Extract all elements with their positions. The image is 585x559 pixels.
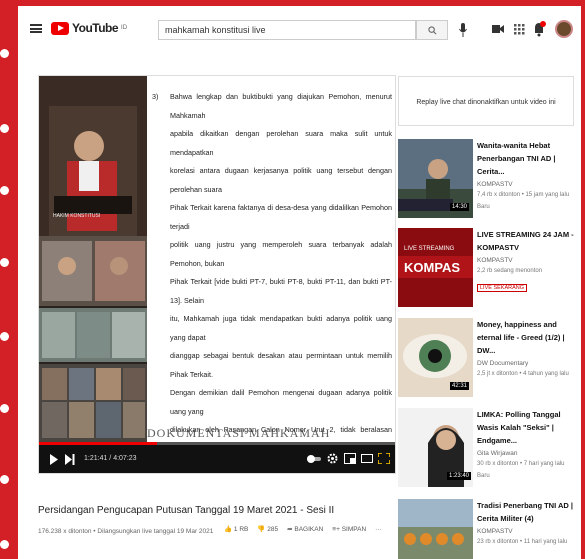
recommendation-thumbnail: LIVE STREAMING KOMPAS bbox=[398, 228, 473, 307]
decor-dot bbox=[0, 258, 9, 267]
video-title: Persidangan Pengucapan Putusan Tanggal 1… bbox=[38, 505, 335, 516]
channel-name: KOMPASTV bbox=[477, 528, 513, 535]
theater-mode-icon[interactable] bbox=[361, 453, 373, 464]
duration-badge: 42:31 bbox=[450, 382, 470, 390]
channel-name: Gita Wirjawan bbox=[477, 450, 518, 457]
fullscreen-icon[interactable] bbox=[378, 453, 390, 464]
logo-text: YouTube bbox=[72, 21, 119, 35]
autoplay-toggle-icon[interactable] bbox=[307, 454, 321, 464]
miniplayer-icon[interactable] bbox=[344, 453, 356, 464]
menu-icon[interactable] bbox=[30, 24, 42, 33]
progress-bar[interactable] bbox=[39, 442, 395, 445]
video-meta: 176.238 x ditonton • Dilangsungkan live … bbox=[38, 528, 214, 535]
doc-line: Bahwa lengkap dan buktibukti yang diajuk… bbox=[170, 92, 392, 120]
doc-line: Dengan demikian dalil Pemohon mengenai d… bbox=[170, 388, 392, 416]
new-badge: Baru bbox=[477, 473, 490, 479]
recommendation-info: Money, happiness and eternal life - Gree… bbox=[477, 318, 577, 379]
doc-line: Pihak Terkait [vide bukti PT-7, bukti PT… bbox=[170, 277, 392, 305]
top-bar: YouTube ID mahkamah konstitusi live bbox=[18, 6, 581, 52]
dislike-count: 285 bbox=[267, 526, 279, 533]
share-button[interactable]: ➦ BAGIKAN bbox=[287, 525, 323, 533]
recommendation-title: Wanita-wanita Hebat Penerbangan TNI AD |… bbox=[477, 141, 556, 176]
like-count: 1 RB bbox=[233, 526, 249, 533]
save-label: SIMPAN bbox=[341, 525, 367, 533]
play-icon[interactable] bbox=[49, 454, 59, 465]
play-logo-icon bbox=[51, 21, 69, 35]
recommendation-item[interactable]: LIVE STREAMING KOMPAS LIVE STREAMING 24 J… bbox=[398, 228, 578, 314]
recommendation-item[interactable]: 42:31 Money, happiness and eternal life … bbox=[398, 318, 578, 404]
document-panel: 3) Bahwa lengkap dan buktibukti yang dia… bbox=[147, 76, 395, 453]
recommendation-meta: 30 rb x ditonton • 7 hari yang lalu bbox=[477, 461, 565, 467]
search-input[interactable]: mahkamah konstitusi live bbox=[158, 20, 416, 40]
duration-badge: 14:30 bbox=[450, 203, 470, 211]
avatar[interactable] bbox=[555, 20, 573, 38]
save-button[interactable]: ≡+ SIMPAN bbox=[332, 526, 366, 533]
decor-dot bbox=[0, 332, 9, 341]
search-icon bbox=[427, 25, 436, 34]
browser-frame: YouTube ID mahkamah konstitusi live HAKI… bbox=[18, 6, 581, 559]
doc-line: dianggap sebagai bentuk desakan atau per… bbox=[170, 351, 392, 379]
channel-name: DW Documentary bbox=[477, 360, 529, 367]
time-display: 1:21:41 / 4:07:23 bbox=[84, 455, 137, 462]
recommendation-info: LIMKA: Polling Tanggal Wasis Kalah "Seks… bbox=[477, 408, 577, 481]
mic-icon[interactable] bbox=[458, 21, 468, 39]
recommendation-title: LIVE STREAMING 24 JAM - KOMPASTV bbox=[477, 230, 574, 252]
next-icon[interactable] bbox=[65, 454, 75, 465]
doc-line: apabila dikaitkan dengan perolehan suara… bbox=[170, 129, 392, 157]
search-button[interactable] bbox=[416, 20, 448, 40]
point-number: 3) bbox=[152, 92, 159, 101]
svg-text:KOMPAS: KOMPAS bbox=[404, 260, 460, 275]
decor-dot bbox=[0, 186, 9, 195]
live-badge: LIVE SEKARANG bbox=[477, 284, 528, 292]
video-actions: 👍 1 RB 👎 285 ➦ BAGIKAN ≡+ SIMPAN ··· bbox=[224, 525, 382, 534]
progress-fill bbox=[39, 442, 158, 445]
document-text: 3) Bahwa lengkap dan buktibukti yang dia… bbox=[152, 88, 392, 458]
video-feed bbox=[39, 76, 147, 442]
recommendation-title: Money, happiness and eternal life - Gree… bbox=[477, 320, 565, 355]
player-controls: 1:21:41 / 4:07:23 bbox=[39, 442, 395, 473]
doc-line: Pihak Terkait karena faktanya di desa-de… bbox=[170, 203, 392, 231]
recommendation-meta: 7,4 rb x ditonton • 15 jam yang lalu bbox=[477, 192, 570, 198]
doc-line: politik uang justru yang memperoleh suar… bbox=[170, 240, 392, 268]
channel-name: KOMPASTV bbox=[477, 257, 513, 264]
recommendation-meta: 23 rb x ditonton • 11 hari yang lalu bbox=[477, 539, 568, 545]
youtube-logo[interactable]: YouTube ID bbox=[51, 21, 127, 35]
recommendation-item[interactable]: 14:30 Wanita-wanita Hebat Penerbangan TN… bbox=[398, 139, 578, 225]
decor-dot bbox=[0, 404, 9, 413]
recommendation-meta: 2,5 jt x ditonton • 4 tahun yang lalu bbox=[477, 371, 569, 377]
duration-badge: 1:23:40 bbox=[447, 472, 472, 480]
recommendation-info: Wanita-wanita Hebat Penerbangan TNI AD |… bbox=[477, 139, 577, 212]
like-button[interactable]: 👍 1 RB bbox=[224, 525, 248, 533]
recommendation-thumbnail bbox=[398, 499, 473, 559]
live-chat-notice: Replay live chat dinonaktifkan untuk vid… bbox=[398, 76, 574, 126]
create-video-icon[interactable] bbox=[491, 21, 505, 37]
recommendation-meta: 2,2 rb sedang menonton bbox=[477, 268, 543, 274]
decor-dot bbox=[0, 124, 9, 133]
doc-line: itu, Mahkamah juga tidak mendapatkan buk… bbox=[170, 314, 392, 342]
settings-gear-icon[interactable] bbox=[327, 453, 338, 464]
speaker-nameplate: HAKIM KONSTITUSI bbox=[53, 213, 101, 219]
recommendation-title: LIMKA: Polling Tanggal Wasis Kalah "Seks… bbox=[477, 410, 561, 445]
recommendation-info: LIVE STREAMING 24 JAM - KOMPASTV KOMPAST… bbox=[477, 228, 577, 294]
decor-dot bbox=[0, 49, 9, 58]
share-label: BAGIKAN bbox=[294, 526, 324, 533]
recommendation-item[interactable]: Tradisi Penerbang TNI AD | Cerita Milite… bbox=[398, 499, 578, 559]
more-icon[interactable]: ··· bbox=[375, 526, 382, 533]
recommendation-info: Tradisi Penerbang TNI AD | Cerita Milite… bbox=[477, 499, 577, 547]
doc-line: korelasi antara dugaan kerjasa­nya polit… bbox=[170, 166, 392, 194]
notification-bell-icon[interactable] bbox=[532, 21, 546, 37]
recommendation-item[interactable]: 1:23:40 LIMKA: Polling Tanggal Wasis Kal… bbox=[398, 408, 578, 494]
apps-grid-icon[interactable] bbox=[512, 21, 526, 37]
new-badge: Baru bbox=[477, 204, 490, 210]
decor-dot bbox=[0, 540, 9, 549]
channel-name: KOMPASTV bbox=[477, 181, 513, 188]
svg-text:LIVE STREAMING: LIVE STREAMING bbox=[404, 246, 455, 252]
video-player[interactable]: HAKIM KONSTITUSI 3) Bahwa lengkap dan bu… bbox=[38, 75, 396, 474]
decor-dot bbox=[0, 475, 9, 484]
dislike-button[interactable]: 👎 285 bbox=[257, 525, 278, 533]
logo-region: ID bbox=[121, 25, 128, 31]
recommendation-title: Tradisi Penerbang TNI AD | Cerita Milite… bbox=[477, 501, 574, 523]
